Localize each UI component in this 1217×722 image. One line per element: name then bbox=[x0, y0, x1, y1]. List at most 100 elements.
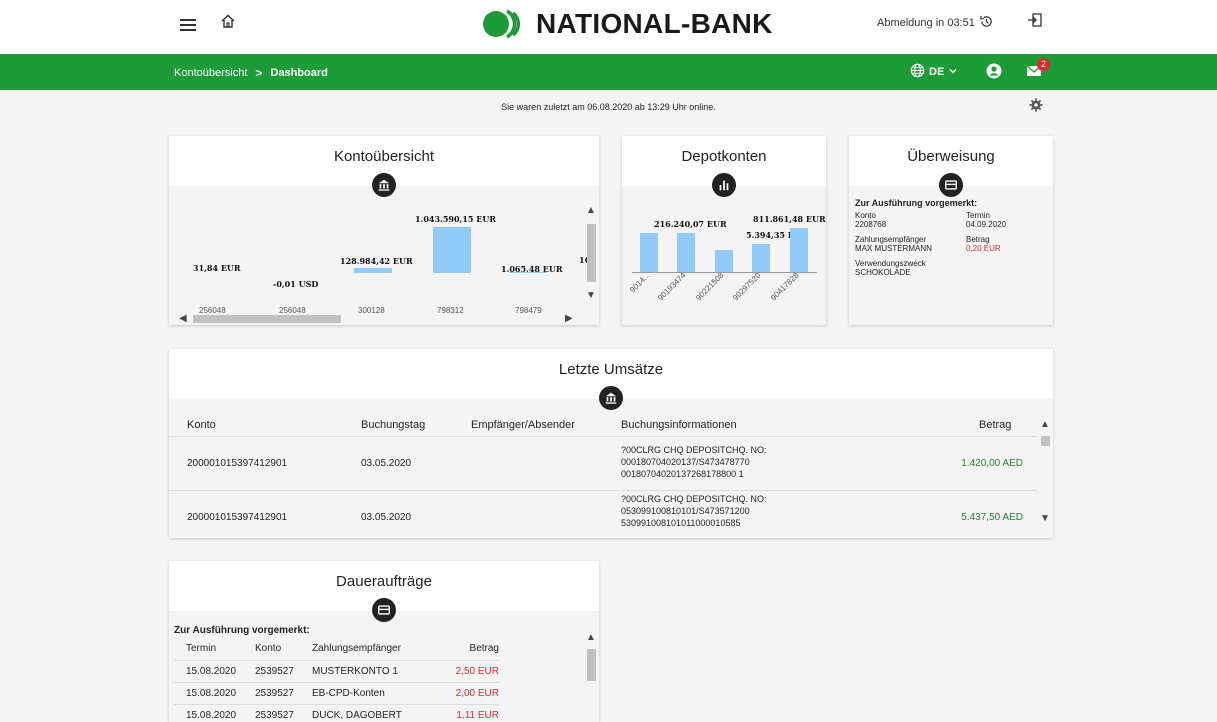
standing-orders-table: Zur Ausführung vorgemerkt: Termin Konto … bbox=[169, 611, 599, 722]
tick-label: 90193474 bbox=[656, 270, 688, 303]
menu-icon[interactable] bbox=[180, 16, 196, 36]
bar-label: -0,01 USD bbox=[273, 279, 319, 289]
card-icon bbox=[939, 173, 963, 197]
column-header[interactable]: Buchungstag bbox=[361, 419, 425, 431]
column-header[interactable]: Betrag bbox=[979, 419, 1011, 431]
scrollbar-thumb[interactable] bbox=[1041, 436, 1050, 446]
gear-icon[interactable] bbox=[1029, 98, 1043, 115]
card-icon bbox=[372, 598, 396, 622]
transfer-card: Überweisung Zur Ausführung vorgemerkt: K… bbox=[849, 136, 1053, 325]
scroll-down-icon[interactable]: ▼ bbox=[586, 291, 596, 301]
zweck-value: SCHOKOLADE bbox=[855, 268, 911, 277]
row-amount: 5.437,50 AED bbox=[961, 512, 1023, 523]
scrollbar-thumb[interactable] bbox=[587, 649, 596, 681]
column-header[interactable]: Konto bbox=[187, 419, 216, 431]
row-empfaenger: DUCK, DAGOBERT bbox=[312, 710, 402, 719]
empf-label: Zahlungsempfänger bbox=[855, 235, 927, 244]
row-empfaenger: EB-CPD-Konten bbox=[312, 688, 385, 699]
konto-overview-card: Kontoübersicht 31,84 EUR -0,01 USD 128.9… bbox=[169, 136, 599, 325]
globe-icon bbox=[910, 63, 925, 81]
brand-name: NATIONAL-BANK bbox=[536, 8, 773, 39]
termin-value: 04.09.2020 bbox=[966, 220, 1007, 229]
scheduled-heading: Zur Ausführung vorgemerkt: bbox=[174, 625, 310, 636]
bar-label: 128.984,42 EUR bbox=[340, 256, 413, 266]
axis-line bbox=[632, 272, 817, 273]
info-line: 053099100810101/S473571200 bbox=[621, 506, 750, 516]
row-amount: 1.420,00 AED bbox=[961, 458, 1023, 469]
breadcrumb-current: Dashboard bbox=[270, 67, 328, 79]
tick-label: 9014... bbox=[628, 270, 652, 295]
depot-bar bbox=[752, 244, 770, 272]
breadcrumb: Kontoübersicht > Dashboard bbox=[174, 66, 328, 80]
row-konto: 2539527 bbox=[255, 666, 294, 677]
zweck-label: Verwendungszweck bbox=[855, 259, 926, 268]
column-header[interactable]: Empfänger/Absender bbox=[471, 419, 575, 431]
info-line: 00180704020137268178800 1 bbox=[621, 469, 744, 479]
language-select[interactable]: DE bbox=[910, 63, 958, 81]
scrollbar-thumb[interactable] bbox=[587, 224, 596, 282]
user-icon[interactable] bbox=[986, 63, 1002, 82]
table-row[interactable]: 200001015397412901 03.05.2020 ?00CLRG CH… bbox=[169, 491, 1037, 538]
betrag-value: 0,20 EUR bbox=[966, 244, 1001, 253]
bar-label: 31,84 EUR bbox=[193, 263, 241, 273]
info-line: ?00CLRG CHQ DEPOSITCHQ. NO: bbox=[621, 494, 767, 504]
standing-orders-card: Daueraufträge Zur Ausführung vorgemerkt:… bbox=[169, 561, 599, 722]
transfer-details: Zur Ausführung vorgemerkt: Konto 2208768… bbox=[849, 186, 1053, 325]
mail-badge: 2 bbox=[1037, 58, 1050, 71]
bar-label: 216.240,07 EUR bbox=[654, 219, 727, 229]
row-amount: 2,50 EUR bbox=[455, 666, 499, 677]
column-header: Termin bbox=[186, 643, 217, 654]
bar-chart-icon bbox=[712, 173, 736, 197]
bar-798312 bbox=[433, 227, 471, 273]
mail-icon[interactable]: 2 bbox=[1026, 58, 1050, 82]
depot-chart-area: 216.240,07 EUR 811.861,48 EUR 5.394,35 E… bbox=[622, 186, 826, 325]
row-termin: 15.08.2020 bbox=[186, 710, 237, 719]
logout-timer-text: Abmeldung in 03:51 bbox=[877, 17, 975, 29]
breadcrumb-parent[interactable]: Kontoübersicht bbox=[174, 67, 247, 79]
konto-value: 2208768 bbox=[855, 220, 887, 229]
row-date: 03.05.2020 bbox=[361, 458, 412, 469]
scroll-up-icon[interactable]: ▲ bbox=[1040, 420, 1050, 430]
bar-300128 bbox=[354, 268, 392, 273]
vertical-scrollbar[interactable]: ▲ ▼ bbox=[585, 206, 597, 302]
column-header[interactable]: Buchungsinformationen bbox=[621, 419, 737, 431]
depot-bar bbox=[640, 233, 658, 272]
scroll-up-icon[interactable]: ▲ bbox=[586, 206, 596, 216]
table-row[interactable]: 15.08.2020 2539527 EB-CPD-Konten 2,00 EU… bbox=[174, 683, 499, 703]
table-row[interactable]: 15.08.2020 2539527 MUSTERKONTO 1 2,50 EU… bbox=[174, 661, 499, 681]
row-konto: 200001015397412901 bbox=[187, 458, 288, 469]
table-row[interactable]: 200001015397412901 03.05.2020 ?00CLRG CH… bbox=[169, 437, 1037, 489]
home-icon[interactable] bbox=[220, 13, 236, 32]
main-nav: Kontoübersicht > Dashboard DE 2 bbox=[0, 54, 1217, 90]
info-line: ?00CLRG CHQ DEPOSITCHQ. NO: bbox=[621, 445, 767, 455]
logout-icon[interactable] bbox=[1027, 12, 1043, 31]
column-header: Zahlungsempfänger bbox=[312, 643, 401, 654]
table-row[interactable]: 15.08.2020 2539527 DUCK, DAGOBERT 1,11 E… bbox=[174, 705, 499, 719]
column-header: Konto bbox=[255, 643, 282, 654]
row-info: ?00CLRG CHQ DEPOSITCHQ. NO: 000180704020… bbox=[621, 444, 767, 480]
row-amount: 2,00 EUR bbox=[455, 688, 499, 699]
row-termin: 15.08.2020 bbox=[186, 688, 237, 699]
brand[interactable]: NATIONAL-BANK bbox=[482, 7, 773, 41]
info-line: 000180704020137/S473478770 bbox=[621, 457, 750, 467]
scroll-down-icon[interactable]: ▼ bbox=[1040, 514, 1050, 524]
scroll-left-icon[interactable]: ◀ bbox=[179, 314, 187, 324]
bar-label: 1.043.590,15 EUR bbox=[415, 214, 496, 224]
depot-bar bbox=[677, 233, 695, 272]
row-konto: 2539527 bbox=[255, 710, 294, 719]
chevron-down-icon bbox=[948, 66, 958, 79]
scroll-up-icon[interactable]: ▲ bbox=[586, 633, 596, 643]
language-value: DE bbox=[929, 66, 945, 78]
row-amount: 1,11 EUR bbox=[456, 710, 499, 719]
scrollbar-thumb[interactable] bbox=[193, 315, 341, 323]
depot-card: Depotkonten 216.240,07 EUR 811.861,48 EU… bbox=[622, 136, 826, 325]
vertical-scrollbar[interactable]: ▲ bbox=[585, 631, 597, 721]
row-empfaenger: MUSTERKONTO 1 bbox=[312, 666, 398, 677]
row-konto: 200001015397412901 bbox=[187, 512, 288, 523]
empf-value: MAX MUSTERMANN bbox=[855, 244, 932, 253]
transactions-table: Konto Buchungstag Empfänger/Absender Buc… bbox=[169, 399, 1053, 538]
logout-timer[interactable]: Abmeldung in 03:51 bbox=[877, 14, 994, 32]
vertical-scrollbar[interactable]: ▲ ▼ bbox=[1039, 414, 1051, 532]
scroll-right-icon[interactable]: ▶ bbox=[565, 314, 573, 324]
horizontal-scrollbar[interactable]: ◀ ▶ bbox=[177, 314, 577, 324]
